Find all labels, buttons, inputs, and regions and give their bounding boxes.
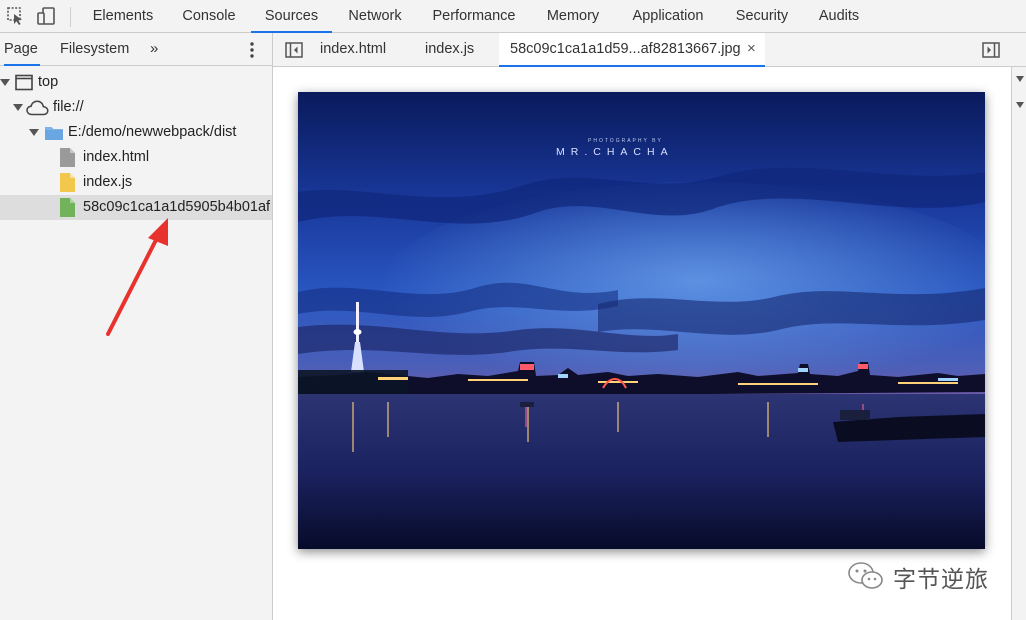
expand-arrow-icon[interactable] xyxy=(0,79,10,86)
image-preview: PHOTOGRAPHY BY MR.CHACHA xyxy=(298,92,985,549)
debugger-sidebar-collapsed xyxy=(1011,67,1026,620)
editor-tab-index-js[interactable]: index.js xyxy=(425,33,485,67)
kebab-menu-icon[interactable] xyxy=(250,41,254,59)
tree-item-file-origin[interactable]: file:// xyxy=(0,95,272,120)
tree-item-folder-dist[interactable]: E:/demo/newwebpack/dist xyxy=(0,120,272,145)
close-tab-icon[interactable]: × xyxy=(747,33,756,64)
tab-elements[interactable]: Elements xyxy=(80,0,166,33)
more-tabs-icon[interactable]: » xyxy=(150,41,158,57)
tree-item-index-html[interactable]: index.html xyxy=(0,145,272,170)
js-file-icon xyxy=(60,173,75,195)
photo-credit-name: MR.CHACHA xyxy=(556,146,674,158)
tab-console[interactable]: Console xyxy=(170,0,248,33)
wechat-logo-icon xyxy=(846,561,886,591)
tab-page[interactable]: Page xyxy=(4,33,40,66)
navigator-tabs: Page Filesystem » xyxy=(0,33,272,66)
tab-network[interactable]: Network xyxy=(336,0,414,33)
tab-memory[interactable]: Memory xyxy=(535,0,611,33)
annotation-arrow xyxy=(106,218,168,336)
tab-application[interactable]: Application xyxy=(620,0,716,33)
devtools-main-toolbar: Elements Console Sources Network Perform… xyxy=(0,0,1026,33)
html-file-icon xyxy=(60,148,75,170)
tab-performance[interactable]: Performance xyxy=(422,0,526,33)
tree-item-label: index.html xyxy=(83,149,150,165)
toggle-debugger-icon[interactable] xyxy=(982,42,1000,58)
tab-security[interactable]: Security xyxy=(726,0,798,33)
editor-tab-image-jpg[interactable]: 58c09c1ca1a1d59...af82813667.jpg xyxy=(499,33,765,67)
frame-icon xyxy=(15,74,33,95)
tree-item-label: top xyxy=(38,74,59,90)
expand-arrow-icon[interactable] xyxy=(13,104,23,111)
expand-arrow-icon[interactable] xyxy=(29,129,39,136)
tab-audits[interactable]: Audits xyxy=(808,0,870,33)
folder-icon xyxy=(44,124,64,145)
toggle-navigator-icon[interactable] xyxy=(285,42,303,58)
watermark-text: 字节逆旅 xyxy=(893,566,989,592)
expand-arrow-icon[interactable] xyxy=(1016,102,1024,108)
tree-item-label: file:// xyxy=(53,99,84,115)
tree-item-label: E:/demo/newwebpack/dist xyxy=(68,124,237,140)
tree-item-top[interactable]: top xyxy=(0,70,272,95)
device-toolbar-icon[interactable] xyxy=(36,6,56,26)
tree-item-index-js[interactable]: index.js xyxy=(0,170,272,195)
image-file-icon xyxy=(60,198,75,220)
editor-tab-index-html[interactable]: index.html xyxy=(320,33,395,67)
inspect-element-icon[interactable] xyxy=(6,6,26,26)
expand-arrow-icon[interactable] xyxy=(1016,76,1024,82)
tree-item-label: index.js xyxy=(83,174,133,190)
toolbar-separator xyxy=(70,7,71,27)
tab-sources[interactable]: Sources xyxy=(251,0,332,33)
editor-tab-bar: index.html index.js 58c09c1ca1a1d59...af… xyxy=(273,33,1026,67)
tab-filesystem[interactable]: Filesystem xyxy=(60,33,130,66)
photo-credit-caption: PHOTOGRAPHY BY xyxy=(588,138,663,144)
cloud-icon xyxy=(26,100,49,120)
